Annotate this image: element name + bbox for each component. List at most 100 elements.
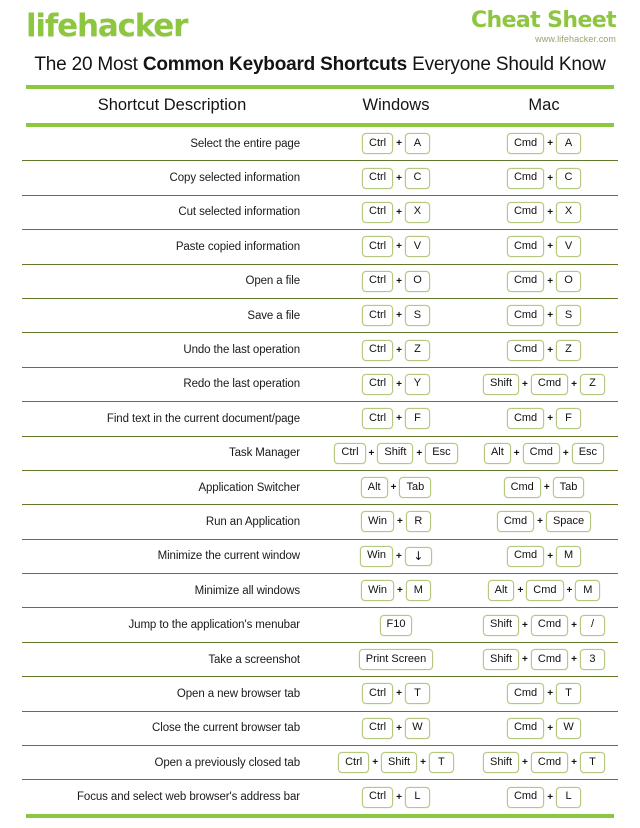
footer-rule (26, 813, 614, 818)
key-cap: Cmd (506, 339, 545, 361)
page-title-emphasis: Common Keyboard Shortcuts (142, 54, 408, 75)
shortcut-keys-mac: Alt + Cmd + Esc (470, 435, 618, 471)
shortcut-keys-mac: Cmd + Space (470, 504, 618, 540)
key-cap: Ctrl (362, 201, 394, 223)
table-row: Find text in the current document/page Ct… (22, 401, 618, 437)
shortcut-keys-mac: Cmd + A (470, 127, 618, 161)
key-cap: Cmd (530, 614, 569, 636)
shortcut-keys-windows: Print Screen (322, 641, 470, 677)
key-cap: A (556, 133, 582, 155)
shortcut-keys-mac: Shift + Cmd + T (470, 745, 618, 780)
shortcut-description: Jump to the application's menubar (22, 607, 322, 643)
shortcut-keys-mac: Shift + Cmd + / (470, 607, 618, 643)
key-cap: Ctrl (334, 442, 366, 464)
shortcut-keys-mac: Cmd + W (470, 710, 618, 746)
plus-separator: + (547, 550, 554, 562)
table-row: Redo the last operation Ctrl + Y Shift + Cmd + Z (22, 366, 618, 402)
key-cap: Cmd (506, 717, 545, 739)
key-cap: Z (579, 373, 605, 395)
key-cap: Alt (483, 442, 511, 464)
shortcut-keys-windows: Win + M (322, 573, 470, 608)
table-row: Close the current browser tab Ctrl + W Cmd + W (22, 710, 618, 746)
shortcut-keys-mac: Cmd + X (470, 194, 618, 230)
key-cap: Cmd (506, 167, 545, 189)
arrow-down-icon: ↓ (404, 546, 432, 566)
key-cap: Ctrl (362, 717, 394, 739)
plus-separator: + (416, 447, 423, 459)
key-cap: Ctrl (362, 408, 394, 430)
plus-separator: + (396, 310, 402, 322)
key-cap: Cmd (506, 236, 545, 258)
key-cap: Win (361, 511, 395, 533)
key-cap: C (404, 167, 430, 189)
key-cap: M (556, 545, 582, 567)
plus-separator: + (537, 516, 543, 528)
plus-separator: + (372, 757, 379, 769)
key-cap: M (575, 580, 601, 602)
key-cap: V (404, 236, 430, 258)
key-cap: Esc (571, 442, 605, 464)
plus-separator: + (397, 516, 403, 528)
shortcut-keys-windows: Ctrl + W (322, 710, 470, 746)
shortcut-description: Close the current browser tab (22, 710, 322, 746)
key-cap: T (404, 683, 430, 705)
column-header-mac: Mac (528, 96, 560, 114)
key-cap: L (556, 786, 582, 808)
plus-separator: + (368, 447, 375, 459)
plus-separator: + (517, 585, 524, 597)
key-cap: T (556, 683, 582, 705)
cheat-sheet-label: Cheat Sheet (470, 8, 617, 33)
shortcut-description: Save a file (22, 297, 322, 333)
key-cap: M (405, 580, 431, 602)
key-cap: Shift (377, 442, 414, 464)
shortcut-keys-windows: Ctrl + Shift + Esc (322, 435, 470, 471)
key-cap: Shift (483, 649, 520, 671)
shortcut-keys-mac: Cmd + F (470, 401, 618, 437)
website-url: www.lifehacker.com (535, 34, 616, 44)
key-cap: Ctrl (362, 270, 394, 292)
key-cap: Cmd (530, 373, 569, 395)
key-cap: Ctrl (362, 786, 394, 808)
key-cap: Esc (425, 442, 458, 464)
shortcut-description: Find text in the current document/page (22, 401, 322, 437)
shortcuts-table: Shortcut Description Windows Mac (22, 89, 618, 123)
lifehacker-logo: lifehacker (26, 8, 188, 44)
shortcut-keys-windows: Ctrl + T (322, 676, 470, 712)
key-cap: R (405, 511, 431, 533)
column-header-description: Shortcut Description (97, 96, 247, 114)
table-row: Run an Application Win + R Cmd + Space (22, 504, 618, 540)
page-title-suffix: Everyone Should Know (407, 54, 606, 75)
key-cap: Cmd (506, 201, 545, 223)
plus-separator: + (547, 138, 554, 150)
plus-separator: + (571, 654, 577, 666)
plus-separator: + (522, 654, 528, 666)
key-cap: Cmd (522, 442, 560, 464)
column-header-windows: Windows (362, 96, 430, 114)
shortcut-keys-windows: Ctrl + X (322, 194, 470, 230)
table-row: Focus and select web browser's address b… (22, 779, 618, 814)
shortcut-description: Select the entire page (190, 137, 300, 150)
page-title: The 20 Most Common Keyboard Shortcuts Ev… (22, 52, 618, 76)
plus-separator: + (547, 172, 554, 184)
shortcut-keys-windows: Ctrl + Y (322, 366, 470, 402)
key-cap: Cmd (506, 408, 545, 430)
shortcut-keys-mac: Shift + Cmd +3 (470, 641, 618, 677)
plus-separator: + (396, 275, 402, 287)
plus-separator: + (390, 482, 397, 494)
key-cap: T (579, 752, 605, 774)
plus-separator: + (571, 378, 577, 390)
plus-separator: + (396, 172, 402, 184)
key-cap: F10 (379, 614, 413, 636)
table-row: Save a file Ctrl + S Cmd + S (22, 297, 618, 333)
key-cap: F (556, 408, 582, 430)
shortcut-keys-mac: Cmd + S (470, 297, 618, 333)
shortcut-description: Open a new browser tab (22, 676, 322, 712)
plus-separator: + (547, 206, 554, 218)
key-cap: X (404, 201, 430, 223)
plus-separator: + (396, 550, 402, 562)
key-cap: Shift (483, 614, 520, 636)
table-row: Task Manager Ctrl + Shift + Esc Alt + Cmd + Esc (22, 435, 618, 471)
shortcut-description: Undo the last operation (22, 332, 322, 368)
table-row: Cut selected information Ctrl + X Cmd + X (22, 194, 618, 230)
shortcut-description: Open a file (22, 263, 322, 299)
